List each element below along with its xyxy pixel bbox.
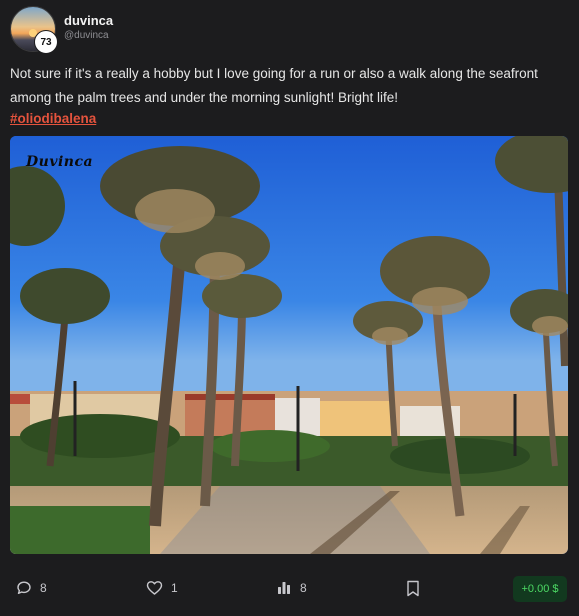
tip-amount-button[interactable]: +0.00 $ bbox=[513, 576, 567, 602]
author-avatar[interactable]: 73 bbox=[10, 6, 58, 54]
bookmark-button[interactable] bbox=[406, 580, 420, 597]
author-handle[interactable]: @duvinca bbox=[64, 30, 109, 41]
post-photo[interactable]: Duvinca bbox=[10, 136, 568, 554]
post-actions-bar: 8 1 8 +0.00 $ bbox=[0, 574, 579, 606]
post-card: 73 duvinca @duvinca Not sure if it's a r… bbox=[0, 0, 579, 616]
photo-watermark: Duvinca bbox=[26, 154, 94, 170]
bookmark-icon bbox=[406, 580, 420, 597]
comment-button[interactable]: 8 bbox=[16, 580, 47, 596]
heart-icon bbox=[146, 580, 163, 596]
palm-trees-photo bbox=[10, 136, 568, 554]
views-count: 8 bbox=[300, 581, 307, 595]
bar-chart-icon bbox=[276, 580, 292, 596]
like-button[interactable]: 1 bbox=[146, 580, 178, 596]
comment-count: 8 bbox=[40, 581, 47, 595]
post-text: Not sure if it's a really a hobby but I … bbox=[10, 66, 538, 105]
level-badge: 73 bbox=[34, 30, 58, 54]
comment-icon bbox=[16, 580, 32, 596]
views-indicator[interactable]: 8 bbox=[276, 580, 307, 596]
hashtag-link[interactable]: #oliodibalena bbox=[10, 111, 96, 126]
author-name[interactable]: duvinca bbox=[64, 13, 113, 28]
like-count: 1 bbox=[171, 581, 178, 595]
